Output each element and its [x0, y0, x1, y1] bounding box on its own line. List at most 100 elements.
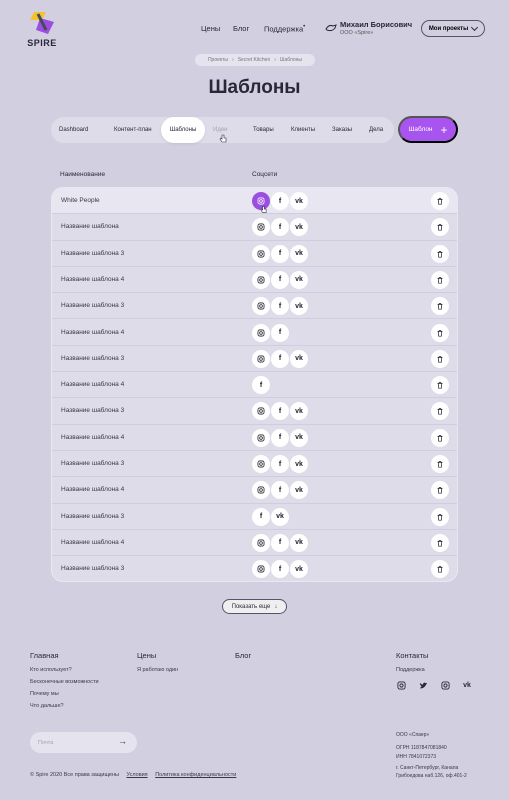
table-row[interactable]: Название шаблона 4 f vk [52, 477, 457, 504]
trash-icon[interactable] [431, 507, 449, 526]
table-row[interactable]: Название шаблона 3 f vk [52, 241, 457, 267]
vk-icon[interactable]: vk [271, 507, 289, 526]
facebook-icon[interactable]: f [252, 376, 270, 395]
instagram-icon[interactable] [252, 349, 270, 368]
trash-icon[interactable] [431, 481, 449, 500]
facebook-icon[interactable]: f [271, 402, 289, 421]
instagram-icon[interactable] [252, 297, 270, 316]
instagram-icon[interactable] [396, 680, 406, 690]
trash-icon[interactable] [431, 428, 449, 447]
nav-support[interactable]: Поддержка• [264, 24, 305, 34]
instagram-icon[interactable] [252, 560, 270, 579]
add-template-button[interactable]: Шаблон + [398, 116, 458, 143]
footer-link-possibilities[interactable]: Бесконечные возможности [30, 679, 99, 685]
trash-icon[interactable] [431, 270, 449, 289]
instagram-icon[interactable] [252, 402, 270, 421]
footer-link-whats-next[interactable]: Что дальше? [30, 703, 64, 709]
facebook-icon[interactable]: f [271, 297, 289, 316]
vk-icon[interactable]: vk [290, 297, 308, 316]
footer-heading-contacts[interactable]: Контакты [396, 651, 428, 660]
table-row[interactable]: Название шаблона 3 f vk [52, 556, 457, 581]
tab-tasks[interactable]: Дела [369, 117, 383, 143]
trash-icon[interactable] [431, 192, 449, 210]
facebook-icon[interactable]: f [271, 481, 289, 500]
facebook-icon[interactable]: f [271, 218, 289, 237]
instagram-icon[interactable] [252, 455, 270, 473]
breadcrumb-item-projects[interactable]: Проекты [208, 57, 228, 63]
privacy-link[interactable]: Политика конфиденциальности [155, 772, 236, 778]
vk-icon[interactable]: vk [290, 218, 308, 237]
instagram-icon[interactable] [440, 680, 450, 690]
footer-link-who-uses[interactable]: Кто использует? [30, 667, 72, 673]
table-row[interactable]: Название шаблона 4 f vk [52, 530, 457, 557]
facebook-icon[interactable]: f [271, 349, 289, 368]
instagram-icon[interactable] [252, 428, 270, 447]
trash-icon[interactable] [431, 376, 449, 395]
logo[interactable]: SPIRE [24, 10, 60, 48]
instagram-icon[interactable] [252, 244, 270, 263]
footer-link-support[interactable]: Поддержка [396, 667, 425, 673]
table-row[interactable]: Название шаблона 3 f vk [52, 451, 457, 478]
facebook-icon[interactable]: f [271, 560, 289, 579]
vk-icon[interactable]: vk [290, 270, 308, 289]
tab-dashboard[interactable]: Dashboard [59, 117, 88, 143]
instagram-icon[interactable] [252, 270, 270, 289]
table-row[interactable]: Название шаблона 4 f [52, 372, 457, 399]
facebook-icon[interactable]: f [271, 192, 289, 210]
footer-heading-prices[interactable]: Цены [137, 651, 156, 660]
trash-icon[interactable] [431, 402, 449, 421]
table-row[interactable]: Название шаблона 3 f vk [52, 346, 457, 373]
facebook-icon[interactable]: f [271, 323, 289, 342]
table-row[interactable]: Название шаблона 4 f [52, 320, 457, 346]
table-row[interactable]: Название шаблона 3 f vk [52, 504, 457, 530]
email-input[interactable] [38, 736, 118, 749]
my-projects-button[interactable]: Мои проекты [421, 20, 485, 37]
nav-prices[interactable]: Цены [201, 24, 220, 33]
table-row[interactable]: Название шаблона f vk [52, 214, 457, 241]
tab-products[interactable]: Товары [253, 117, 274, 143]
trash-icon[interactable] [431, 244, 449, 263]
tab-content-plan[interactable]: Контент-план [114, 117, 152, 143]
facebook-icon[interactable]: f [252, 507, 270, 526]
table-row[interactable]: White People f vk [52, 188, 457, 215]
twitter-icon[interactable] [418, 680, 428, 690]
facebook-icon[interactable]: f [271, 455, 289, 473]
facebook-icon[interactable]: f [271, 270, 289, 289]
facebook-icon[interactable]: f [271, 244, 289, 263]
table-row[interactable]: Название шаблона 4 f vk [52, 425, 457, 451]
facebook-icon[interactable]: f [271, 533, 289, 552]
trash-icon[interactable] [431, 218, 449, 237]
tab-orders[interactable]: Заказы [332, 117, 352, 143]
arrow-right-icon[interactable]: → [118, 736, 127, 746]
facebook-icon[interactable]: f [271, 428, 289, 447]
instagram-icon[interactable] [252, 323, 270, 342]
vk-icon[interactable]: vk [290, 455, 308, 473]
vk-icon[interactable]: vk [290, 560, 308, 579]
vk-icon[interactable]: vk [290, 349, 308, 368]
vk-icon[interactable]: vk [290, 244, 308, 263]
table-row[interactable]: Название шаблона 4 f vk [52, 267, 457, 294]
vk-icon[interactable]: vk [290, 481, 308, 500]
vk-icon[interactable]: vk [290, 428, 308, 447]
footer-link-why-us[interactable]: Почему мы [30, 691, 59, 697]
breadcrumb-item-project[interactable]: Secret Kitchen [238, 57, 271, 63]
table-row[interactable]: Название шаблона 3 f vk [52, 293, 457, 320]
footer-heading-main[interactable]: Главная [30, 651, 59, 660]
instagram-icon[interactable] [252, 218, 270, 237]
show-more-button[interactable]: Показать еще ↓ [222, 599, 287, 614]
vk-icon[interactable]: vk [290, 192, 308, 210]
trash-icon[interactable] [431, 533, 449, 552]
vk-icon[interactable]: vk [290, 402, 308, 421]
trash-icon[interactable] [431, 297, 449, 316]
user-name[interactable]: Михаил Борисович [340, 20, 412, 29]
trash-icon[interactable] [431, 455, 449, 473]
footer-heading-blog[interactable]: Блог [235, 651, 251, 660]
nav-blog[interactable]: Блог [233, 24, 249, 33]
instagram-icon[interactable] [252, 533, 270, 552]
tab-clients[interactable]: Клиенты [291, 117, 315, 143]
vk-icon[interactable]: vk [290, 533, 308, 552]
vk-icon[interactable]: vk [462, 680, 472, 690]
trash-icon[interactable] [431, 323, 449, 342]
tab-templates[interactable]: Шаблоны [161, 117, 205, 143]
trash-icon[interactable] [431, 349, 449, 368]
